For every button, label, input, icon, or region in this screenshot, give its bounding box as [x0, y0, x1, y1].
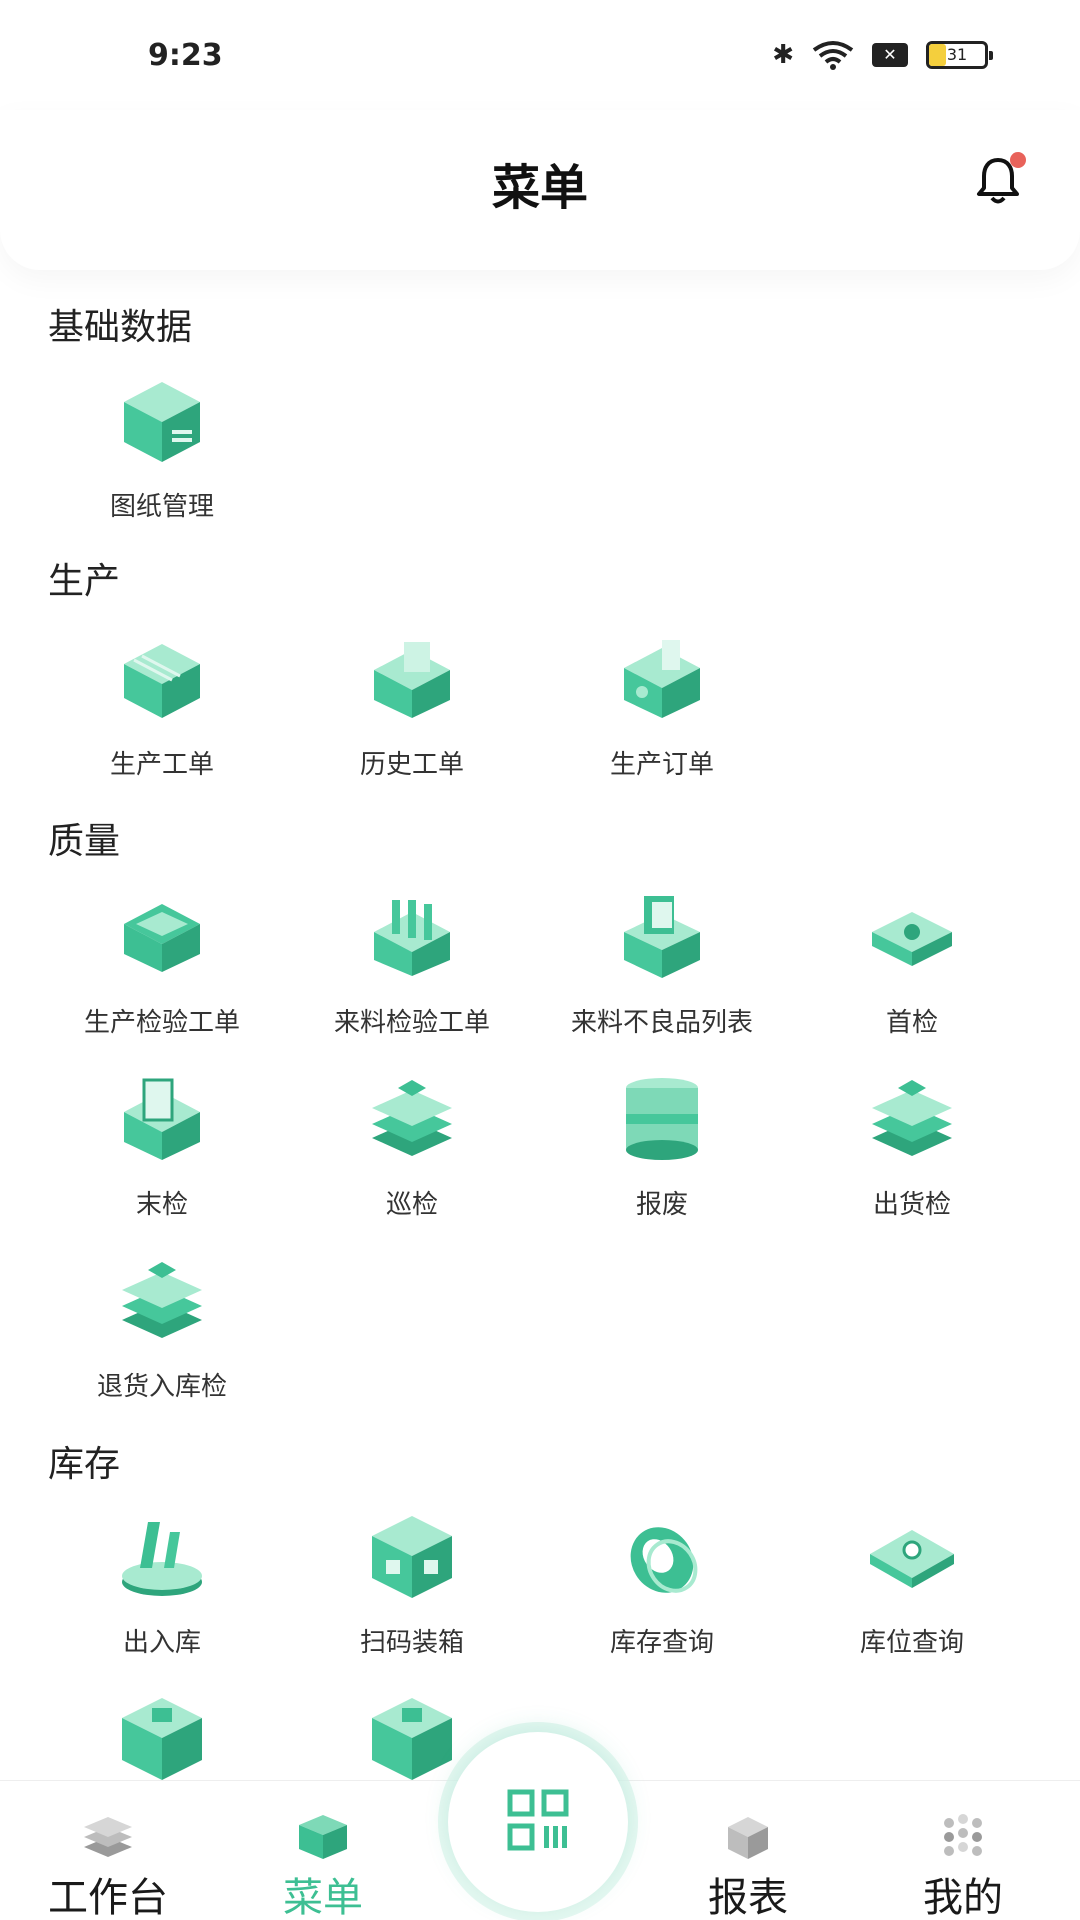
- stock-flow-icon: [122, 1522, 202, 1596]
- menu-box-icon: [299, 1815, 347, 1859]
- battery-percent: 31: [946, 45, 968, 64]
- layers-icon: [372, 1080, 452, 1156]
- section-title-production: 生产: [48, 561, 121, 602]
- menu-item-stock-query[interactable]: 库存查询: [537, 1508, 787, 1658]
- menu-item-final-inspection[interactable]: 末检: [37, 1070, 287, 1220]
- menu-item-first-inspection[interactable]: 首检: [787, 888, 1037, 1038]
- nav-tab-reports[interactable]: 报表: [668, 1811, 828, 1920]
- menu-item-label: 库位查询: [859, 1628, 964, 1658]
- warehouse-icon: [372, 1698, 452, 1780]
- layers-icon: [122, 1262, 202, 1338]
- nav-tab-workbench[interactable]: 工作台: [28, 1811, 188, 1920]
- nav-tab-menu[interactable]: 菜单: [243, 1811, 403, 1920]
- menu-item-scrap[interactable]: 报废: [537, 1070, 787, 1220]
- menu-item-label: 生产工单: [109, 750, 214, 780]
- menu-item-label: 生产检验工单: [83, 1008, 240, 1038]
- qr-scan-icon: [507, 1789, 569, 1851]
- status-bar: 9:23 ✱ ✕ 31: [0, 0, 1080, 110]
- tray-box-icon: [124, 904, 200, 972]
- menu-item-label: 来料不良品列表: [570, 1008, 753, 1038]
- menu-item-label: 历史工单: [359, 750, 464, 780]
- status-time: 9:23: [148, 38, 223, 73]
- screen: 9:23 ✱ ✕ 31 菜单 基础数据 图纸管理 生产 生产工单 历史工单 生产…: [0, 0, 1080, 1920]
- notification-button[interactable]: [968, 150, 1028, 210]
- menu-item-incoming-inspection[interactable]: 来料检验工单: [287, 888, 537, 1038]
- battery-level-fill: [929, 44, 947, 66]
- drawing-box-icon: [124, 382, 200, 462]
- layers-icon: [872, 1080, 952, 1156]
- folder-box-icon: [374, 642, 450, 718]
- header: 菜单: [0, 110, 1080, 270]
- menu-item-label: 库存查询: [609, 1628, 714, 1658]
- menu-item-sales-order[interactable]: 生产订单: [537, 630, 787, 780]
- stack-box-icon: [124, 644, 200, 718]
- location-pad-icon: [870, 1530, 954, 1588]
- menu-item-drawing-management[interactable]: 图纸管理: [37, 372, 287, 522]
- menu-item-history-order[interactable]: 历史工单: [287, 630, 537, 780]
- menu-item-label: 报废: [635, 1190, 688, 1220]
- reports-box-icon: [728, 1817, 768, 1859]
- workbench-stack-icon: [84, 1817, 132, 1857]
- menu-item-return-inspection[interactable]: 退货入库检: [37, 1252, 287, 1402]
- wifi-icon: [812, 41, 854, 70]
- menu-item-label: 巡检: [385, 1190, 438, 1220]
- menu-item-location-query[interactable]: 库位查询: [787, 1508, 1037, 1658]
- menu-item-label: 出货检: [872, 1190, 951, 1220]
- section-title-quality: 质量: [48, 821, 121, 862]
- nav-label: 我的: [923, 1875, 1003, 1920]
- nav-label: 工作台: [48, 1875, 168, 1920]
- order-box-icon: [624, 640, 700, 718]
- no-sim-icon: ✕: [872, 43, 908, 67]
- menu-item-label: 末检: [135, 1190, 188, 1220]
- menu-item-label: 退货入库检: [96, 1372, 227, 1402]
- nav-label: 报表: [708, 1875, 788, 1920]
- tape-roll-icon: [630, 1527, 698, 1593]
- menu-item-production-order[interactable]: 生产工单: [37, 630, 287, 780]
- menu-item-label: 生产订单: [609, 750, 714, 780]
- nav-label: 菜单: [283, 1875, 363, 1920]
- section-title-basic: 基础数据: [48, 307, 193, 348]
- scan-button[interactable]: [448, 1732, 628, 1912]
- open-box-icon: [624, 896, 700, 978]
- bin-icon: [626, 1078, 698, 1160]
- menu-item-defective-list[interactable]: 来料不良品列表: [537, 888, 787, 1038]
- menu-item-label: 扫码装箱: [359, 1628, 464, 1658]
- menu-item-label: 首检: [885, 1008, 938, 1038]
- files-box-icon: [374, 900, 450, 976]
- bluetooth-icon: ✱: [772, 40, 794, 70]
- nav-tab-mine[interactable]: 我的: [883, 1811, 1043, 1920]
- cube-icon: [372, 1516, 452, 1598]
- warehouse-icon: [122, 1698, 202, 1780]
- flat-box-icon: [872, 912, 952, 966]
- menu-item-label: 来料检验工单: [333, 1008, 490, 1038]
- notification-badge: [1010, 152, 1026, 168]
- menu-item-label: 图纸管理: [109, 492, 214, 522]
- status-icons: ✱ ✕ 31: [772, 40, 993, 70]
- menu-item-patrol-inspection[interactable]: 巡检: [287, 1070, 537, 1220]
- document-box-icon: [124, 1078, 200, 1160]
- menu-item-scan-packing[interactable]: 扫码装箱: [287, 1508, 537, 1658]
- page-title: 菜单: [491, 160, 588, 216]
- menu-item-shipment-inspection[interactable]: 出货检: [787, 1070, 1037, 1220]
- dots-grid-icon: [944, 1814, 982, 1856]
- battery-icon: 31: [926, 41, 993, 69]
- menu-item-stock-in-out[interactable]: 出入库: [37, 1508, 287, 1658]
- menu-item-label: 出入库: [122, 1628, 201, 1658]
- menu-item-production-inspection[interactable]: 生产检验工单: [37, 888, 287, 1038]
- section-title-inventory: 库存: [48, 1444, 121, 1485]
